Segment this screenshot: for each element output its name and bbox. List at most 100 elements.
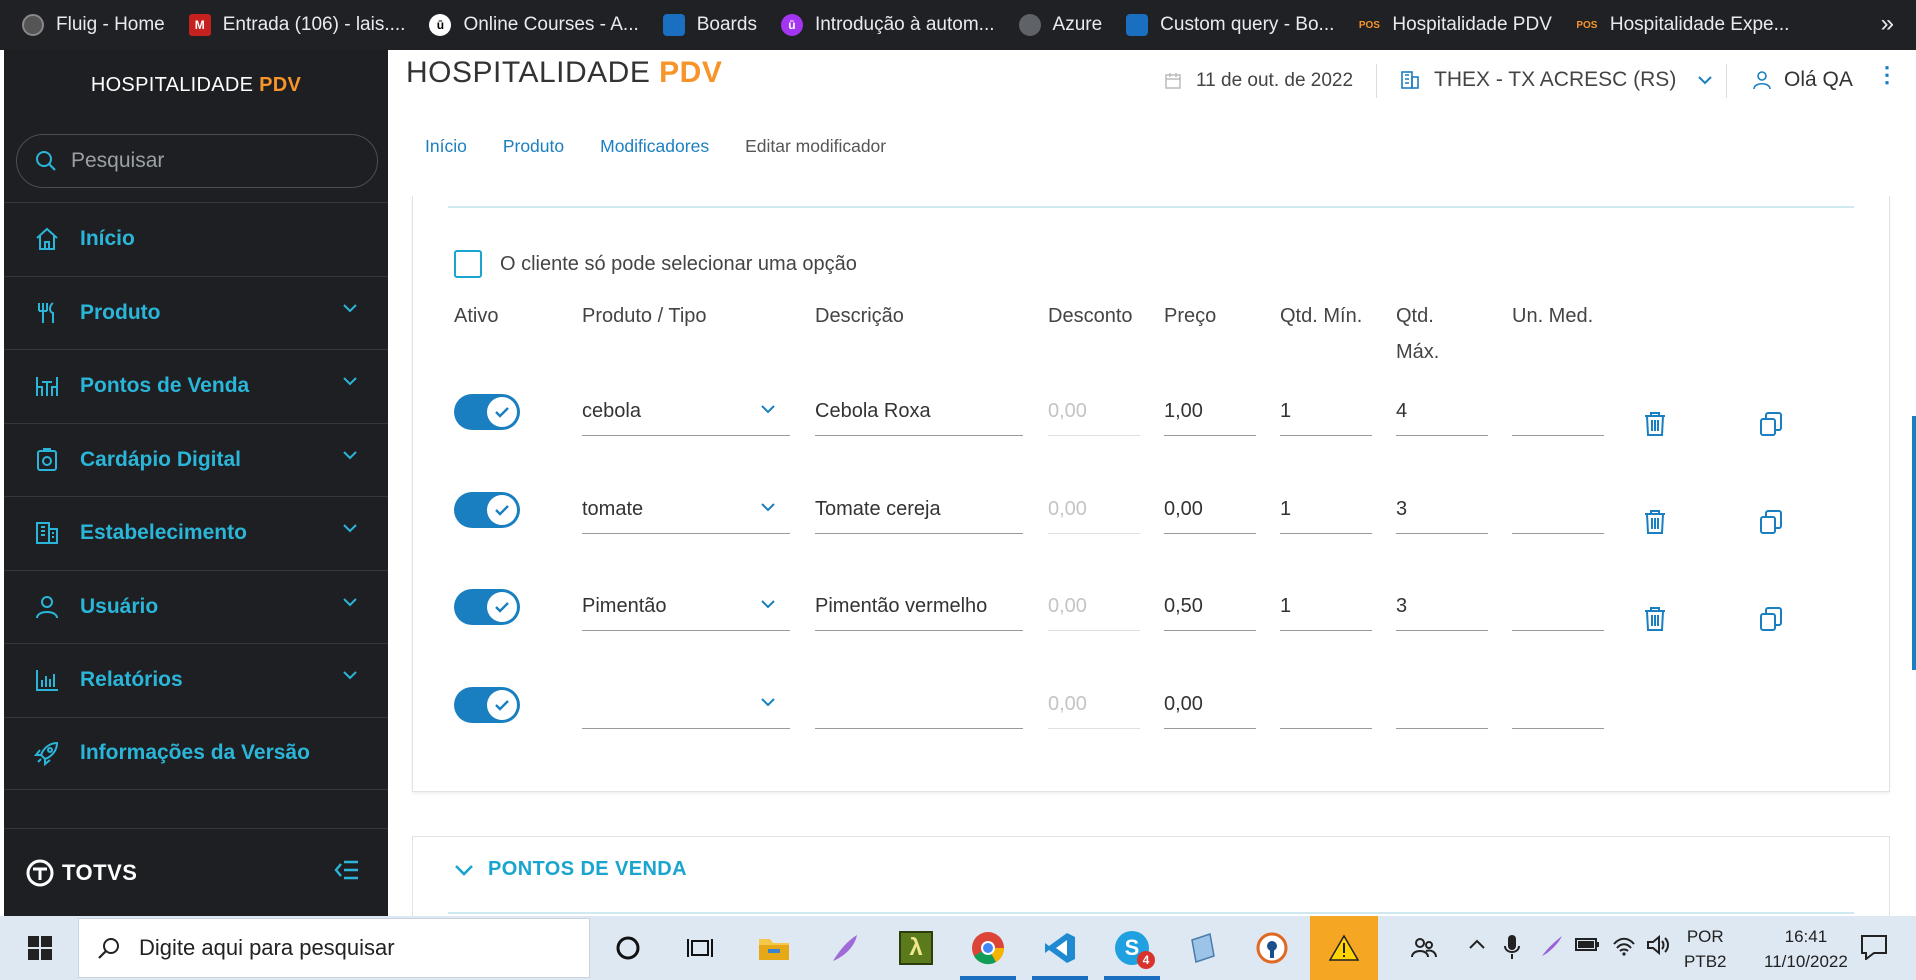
sidebar-item-pontos-de-venda[interactable]: Pontos de Venda [4, 349, 388, 423]
descricao-input[interactable]: Tomate cereja [815, 486, 1023, 534]
file-explorer-icon[interactable] [754, 928, 794, 968]
sidebar-item-inicio[interactable]: Início [4, 202, 388, 276]
sidebar-item-estabelecimento[interactable]: Estabelecimento [4, 496, 388, 570]
produto-select[interactable]: tomate [582, 486, 790, 534]
copy-icon [1760, 607, 1782, 631]
bookmark-gmail[interactable]: M Entrada (106) - lais.... [188, 14, 405, 36]
qtd-max-input[interactable]: 4 [1396, 388, 1488, 436]
input-language[interactable]: POR PTB2 [1684, 924, 1727, 974]
breadcrumb-item-inicio[interactable]: Início [425, 136, 467, 157]
un-med-input[interactable] [1512, 388, 1604, 436]
show-hidden-icons-icon[interactable] [1468, 934, 1486, 955]
active-toggle[interactable] [454, 589, 520, 625]
scrollbar[interactable] [1912, 416, 1916, 670]
delete-row-button[interactable] [1639, 506, 1671, 538]
system-clock[interactable]: 16:41 11/10/2022 [1764, 924, 1848, 974]
bookmark-boards[interactable]: Boards [662, 14, 757, 36]
people-icon[interactable] [1404, 928, 1444, 968]
delete-row-button[interactable] [1639, 603, 1671, 635]
bookmark-hospitalidade-expe[interactable]: POS Hospitalidade Expe... [1576, 14, 1789, 36]
more-bookmarks-icon[interactable]: » [1881, 10, 1894, 38]
bookmark-udemy[interactable]: ū Online Courses - A... [429, 14, 639, 36]
bookmark-custom-query[interactable]: Custom query - Bo... [1126, 14, 1334, 36]
sidebar-item-usuario[interactable]: Usuário [4, 569, 388, 644]
preco-input[interactable]: 0,00 [1164, 681, 1256, 729]
feather-app-icon[interactable] [824, 928, 864, 968]
sidebar-item-produto[interactable]: Produto [4, 275, 388, 350]
microphone-icon[interactable] [1504, 934, 1520, 965]
more-options-icon[interactable]: ⋮ [1876, 64, 1898, 86]
single-option-checkbox[interactable] [454, 250, 482, 278]
bookmark-udemy-course[interactable]: ū Introdução à autom... [780, 14, 995, 36]
delete-row-button[interactable] [1639, 408, 1671, 440]
task-view-icon[interactable] [680, 928, 720, 968]
qtd-min-input[interactable] [1280, 681, 1372, 729]
bookmark-hospitalidade-pdv[interactable]: POS Hospitalidade PDV [1358, 14, 1552, 36]
chevron-down-icon [1698, 75, 1713, 84]
fluig-icon [22, 14, 44, 36]
un-med-input[interactable] [1512, 486, 1604, 534]
notifications-icon[interactable] [1860, 934, 1888, 960]
descricao-input[interactable]: Pimentão vermelho [815, 583, 1023, 631]
bookmark-azure[interactable]: Azure [1018, 14, 1102, 36]
active-toggle[interactable] [454, 687, 520, 723]
sidebar-item-relatorios[interactable]: Relatórios [4, 643, 388, 717]
descricao-input[interactable]: Cebola Roxa [815, 388, 1023, 436]
breadcrumb-item-modificadores[interactable]: Modificadores [600, 136, 709, 157]
sidebar-item-label: Usuário [80, 594, 159, 618]
qtd-min-input[interactable]: 1 [1280, 583, 1372, 631]
active-toggle[interactable] [454, 492, 520, 528]
wifi-icon[interactable] [1612, 934, 1636, 961]
produto-select[interactable]: cebola [582, 388, 790, 436]
sidebar-item-label: Estabelecimento [80, 521, 247, 545]
collapse-sidebar-icon[interactable] [334, 859, 360, 881]
qtd-min-input[interactable]: 1 [1280, 486, 1372, 534]
preco-input[interactable]: 0,50 [1164, 583, 1256, 631]
pontos-de-venda-section-toggle[interactable]: PONTOS DE VENDA [454, 858, 687, 881]
building-icon [32, 518, 62, 548]
volume-icon[interactable] [1646, 934, 1670, 961]
un-med-input[interactable] [1512, 583, 1604, 631]
sidebar-item-label: Início [80, 227, 135, 251]
trash-icon [1645, 412, 1665, 436]
sidebar-item-cardapio-digital[interactable]: Cardápio Digital [4, 422, 388, 497]
store-selector[interactable]: THEX - TX ACRESC (RS) [1400, 68, 1713, 92]
preco-input[interactable]: 1,00 [1164, 388, 1256, 436]
lambda-app-icon[interactable]: λ [896, 928, 936, 968]
duplicate-row-button[interactable] [1755, 408, 1787, 440]
produto-select[interactable]: Pimentão [582, 583, 790, 631]
breadcrumb-item-produto[interactable]: Produto [503, 136, 564, 157]
skype-icon[interactable]: S4 [1112, 928, 1155, 969]
produto-select[interactable] [582, 681, 790, 729]
descricao-input[interactable] [815, 681, 1023, 729]
cortana-icon[interactable] [608, 928, 648, 968]
taskbar-search-input[interactable]: Digite aqui para pesquisar [78, 918, 590, 978]
chevron-down-icon [343, 303, 357, 312]
duplicate-row-button[interactable] [1755, 506, 1787, 538]
qtd-max-input[interactable]: 3 [1396, 486, 1488, 534]
desconto-input: 0,00 [1048, 583, 1140, 631]
vpn-app-icon[interactable] [1252, 928, 1292, 968]
user-icon [32, 592, 62, 622]
preco-input[interactable]: 0,00 [1164, 486, 1256, 534]
chrome-icon[interactable] [968, 928, 1008, 968]
qtd-max-input[interactable] [1396, 681, 1488, 729]
totvs-logo-icon [26, 859, 54, 886]
vscode-icon[interactable] [1040, 928, 1080, 968]
notepad-icon[interactable] [1182, 928, 1222, 968]
battery-icon[interactable] [1574, 934, 1602, 959]
bookmark-fluig[interactable]: Fluig - Home [22, 14, 165, 36]
breadcrumb-item-current: Editar modificador [745, 136, 887, 156]
qtd-max-input[interactable]: 3 [1396, 583, 1488, 631]
un-med-input[interactable] [1512, 681, 1604, 729]
single-option-checkbox-row[interactable]: O cliente só pode selecionar uma opção [454, 250, 857, 278]
windows-start-icon[interactable] [28, 936, 52, 960]
duplicate-row-button[interactable] [1755, 603, 1787, 635]
user-menu[interactable]: Olá QA [1752, 68, 1853, 92]
pen-icon[interactable] [1540, 934, 1564, 963]
qtd-min-input[interactable]: 1 [1280, 388, 1372, 436]
warning-app-icon[interactable] [1310, 916, 1378, 980]
sidebar-search-input[interactable]: Pesquisar [16, 134, 378, 188]
active-toggle[interactable] [454, 394, 520, 430]
sidebar-item-informacoes-da-versao[interactable]: Informações da Versão [4, 716, 388, 790]
